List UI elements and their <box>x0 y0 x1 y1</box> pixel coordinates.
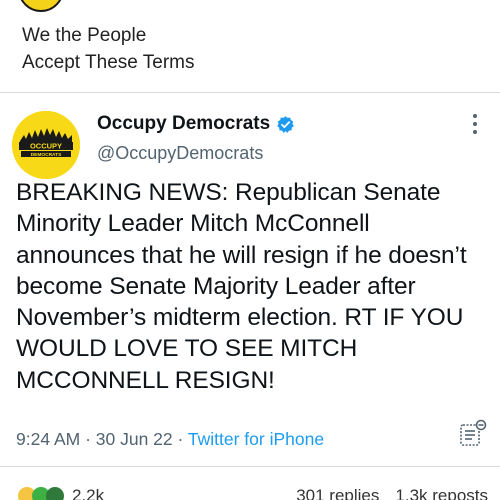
reposts-count[interactable]: 1.3k reposts <box>395 486 488 500</box>
occupy-democrats-logo: OCCUPY DEMOCRATS <box>12 111 80 179</box>
more-options-icon[interactable] <box>472 112 478 136</box>
author-handle[interactable]: @OccupyDemocrats <box>97 143 263 164</box>
analytics-icon[interactable] <box>458 418 488 448</box>
reaction-icons[interactable] <box>18 487 64 500</box>
tweet-text: BREAKING NEWS: Republican Senate Minorit… <box>16 179 467 394</box>
previous-tweet-line2: Accept These Terms <box>22 52 195 73</box>
previous-tweet-text: We the People Accept These Terms <box>22 22 194 76</box>
tweet-stats: 2.2k 301 replies 1.3k reposts <box>18 486 488 500</box>
author-name[interactable]: Occupy Democrats <box>97 113 270 135</box>
replies-count[interactable]: 301 replies <box>296 486 379 500</box>
divider <box>0 466 500 467</box>
divider <box>0 92 500 93</box>
tweet-date[interactable]: 30 Jun 22 <box>96 429 173 449</box>
tweet-time[interactable]: 9:24 AM <box>16 429 80 449</box>
logo-text-line1: OCCUPY <box>30 142 62 151</box>
previous-tweet-line1: We the People <box>22 25 147 46</box>
meta-separator: · <box>80 429 96 449</box>
author-avatar[interactable]: OCCUPY DEMOCRATS <box>12 111 80 179</box>
tweet-meta: 9:24 AM · 30 Jun 22 · Twitter for iPhone <box>16 429 324 450</box>
logo-text-line2: DEMOCRATS <box>31 152 62 158</box>
tweet-source[interactable]: Twitter for iPhone <box>188 429 324 449</box>
author-name-row[interactable]: Occupy Democrats <box>97 113 295 135</box>
care-icon <box>46 487 64 500</box>
verified-badge-icon <box>277 115 294 133</box>
previous-tweet-avatar[interactable] <box>18 0 64 12</box>
reactions-count[interactable]: 2.2k <box>72 486 104 500</box>
meta-separator: · <box>172 429 188 449</box>
